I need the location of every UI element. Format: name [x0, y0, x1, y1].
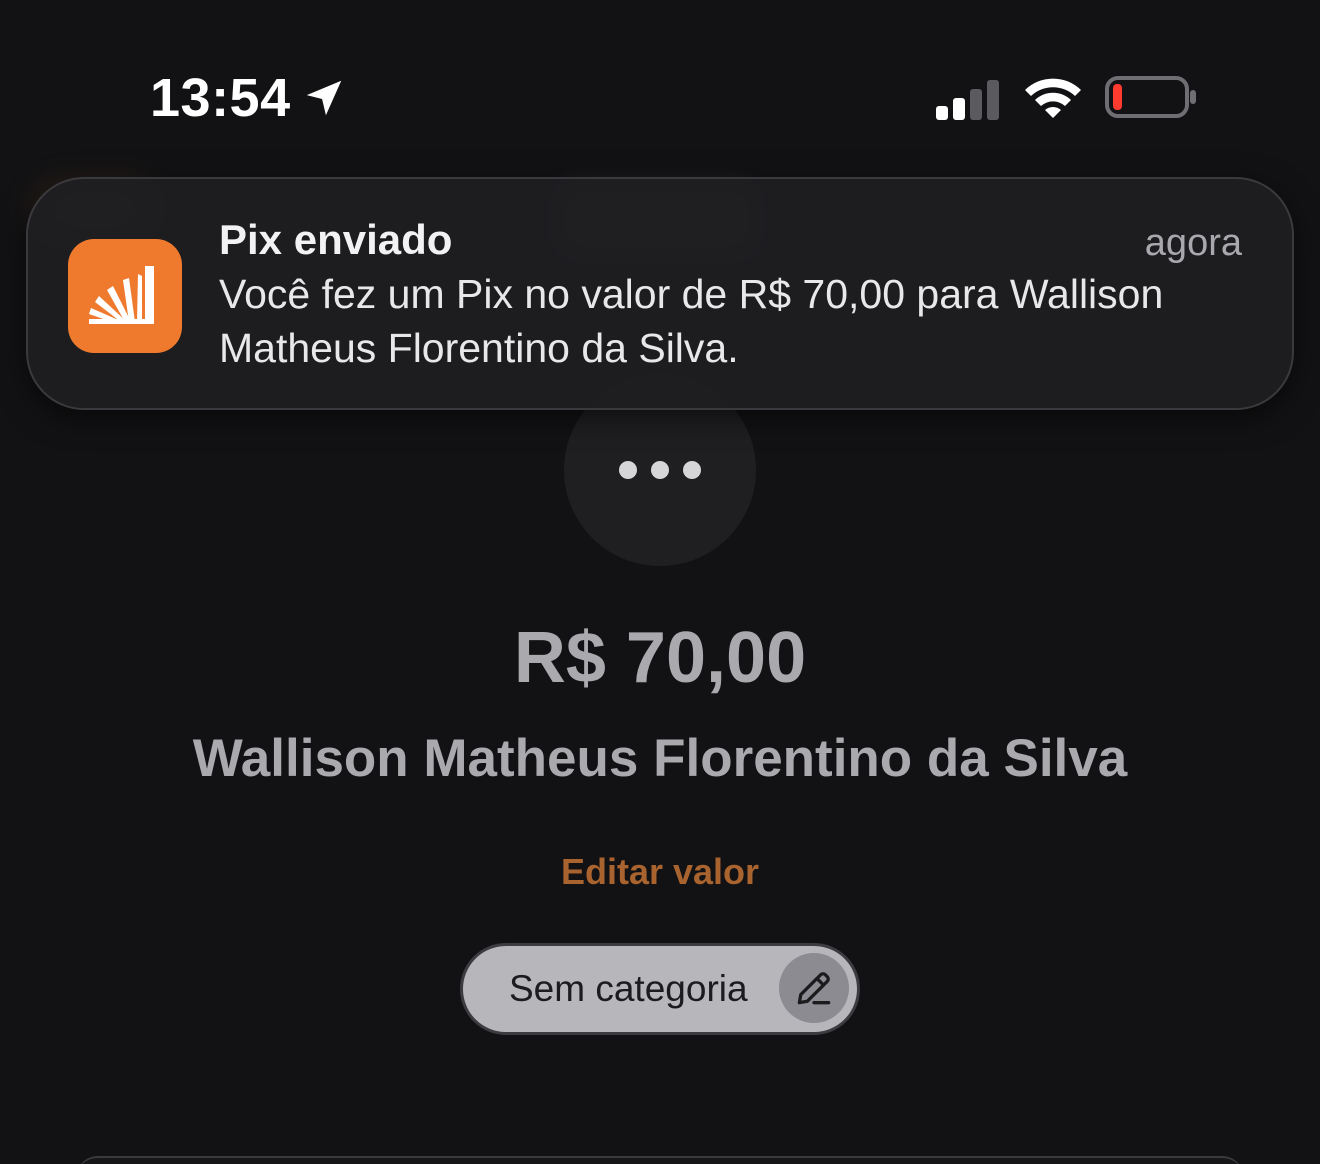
edit-category-button[interactable]	[779, 953, 849, 1023]
status-time: 13:54	[150, 68, 347, 128]
wifi-icon	[1025, 78, 1081, 118]
recipient-name: Wallison Matheus Florentino da Silva	[192, 729, 1128, 788]
battery-low-icon	[1105, 76, 1196, 118]
bottom-sheet	[76, 1156, 1244, 1164]
cellular-signal-icon	[936, 80, 999, 120]
location-arrow-icon	[306, 80, 341, 116]
pencil-icon	[797, 972, 831, 1005]
push-notification[interactable]: Pix enviado agora Você fez um Pix no val…	[26, 177, 1294, 410]
status-indicators	[934, 72, 1204, 124]
transfer-amount: R$ 70,00	[513, 618, 807, 698]
transfer-screen: 13:54 Pix enviado agora Você fez um Pix …	[0, 0, 1320, 1164]
bank-app-icon	[68, 239, 182, 353]
category-pill[interactable]: Sem categoria	[460, 943, 860, 1035]
edit-value-button[interactable]: Editar valor	[0, 849, 1320, 895]
more-dots-icon	[619, 461, 701, 479]
category-label: Sem categoria	[509, 968, 748, 1009]
status-time-label: 13:54	[150, 68, 291, 128]
notification-time: agora	[1144, 222, 1242, 264]
notification-body: Você fez um Pix no valor de R$ 70,00 par…	[219, 271, 1164, 371]
notification-title: Pix enviado	[219, 216, 453, 263]
